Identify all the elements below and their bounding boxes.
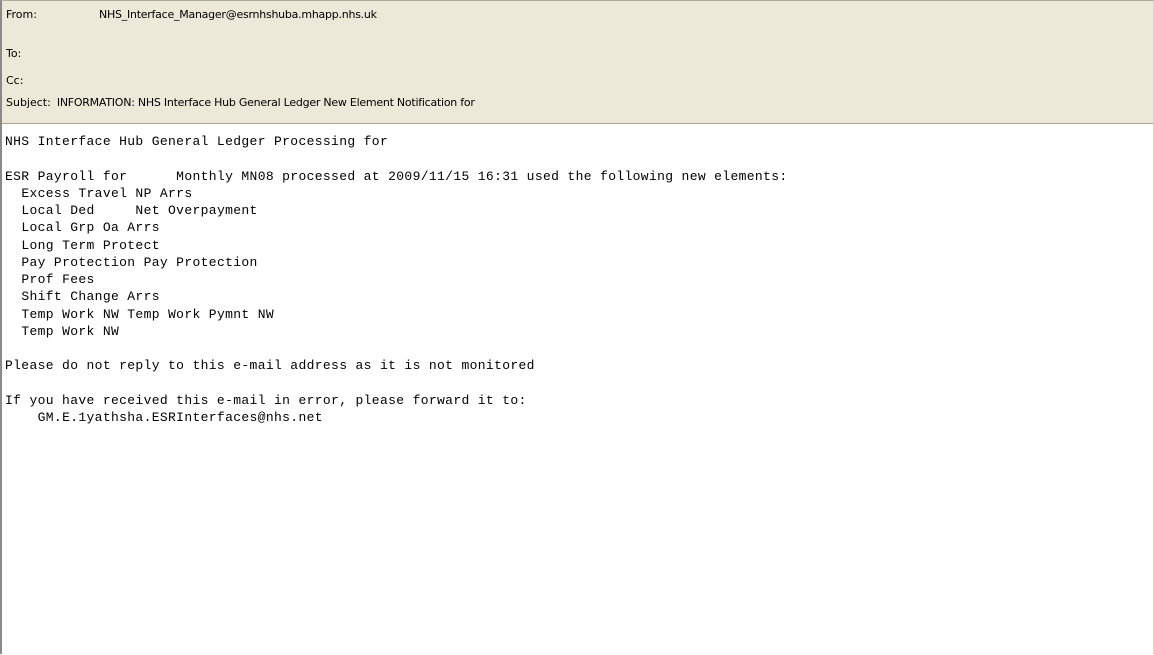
subject-label: Subject: [6, 96, 51, 109]
error-notice: If you have received this e-mail in erro… [5, 392, 527, 408]
element-item: Long Term Protect [21, 237, 160, 253]
email-header: From: NHS_Interface_Manager@esrnhshuba.m… [2, 1, 1153, 124]
email-body[interactable]: NHS Interface Hub General Ledger Process… [2, 124, 1153, 654]
to-row: To: [6, 47, 21, 61]
from-label: From: [6, 8, 37, 21]
subject-row: Subject: INFORMATION: NHS Interface Hub G… [6, 96, 475, 110]
element-item: Pay Protection Pay Protection [21, 254, 258, 270]
element-item: Excess Travel NP Arrs [21, 185, 193, 201]
to-label: To: [6, 47, 22, 60]
element-item: Local Grp Oa Arrs [21, 220, 160, 236]
email-body-text: NHS Interface Hub General Ledger Process… [5, 133, 788, 426]
no-reply-notice: Please do not reply to this e-mail addre… [5, 358, 535, 374]
element-item: Local Ded Net Overpayment [21, 203, 258, 218]
from-address[interactable]: NHS_Interface_Manager@esrnhshuba.mhapp.n… [99, 8, 377, 22]
forward-address[interactable]: GM.E.1yathsha.ESRInterfaces@nhs.net [38, 410, 323, 425]
cc-row: Cc: [6, 74, 23, 88]
body-heading: NHS Interface Hub General Ledger Process… [5, 134, 389, 149]
subject-text: INFORMATION: NHS Interface Hub General L… [56, 96, 475, 109]
cc-label: Cc: [6, 74, 24, 87]
email-reading-pane: From: NHS_Interface_Manager@esrnhshuba.m… [0, 0, 1154, 654]
payroll-line: ESR Payroll for Monthly MN08 processed a… [5, 168, 788, 184]
from-row: From: NHS_Interface_Manager@esrnhshuba.m… [6, 8, 377, 22]
element-item: Prof Fees [21, 272, 95, 287]
element-item: Temp Work NW [21, 323, 120, 339]
element-item: Shift Change Arrs [21, 289, 160, 305]
element-item: Temp Work NW Temp Work Pymnt NW [21, 306, 275, 322]
